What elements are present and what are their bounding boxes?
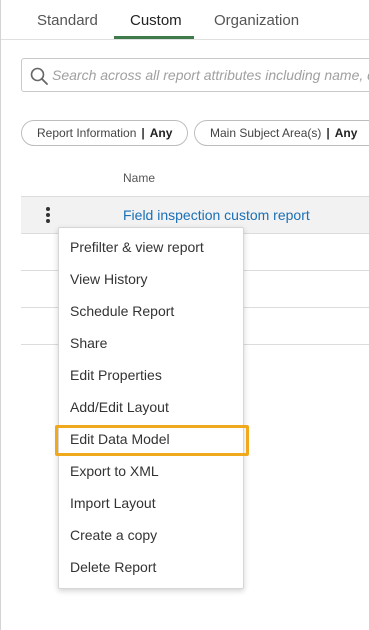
search-icon <box>30 67 48 85</box>
menu-item-delete-report[interactable]: Delete Report <box>59 553 243 585</box>
report-tabs: Standard Custom Organization <box>0 0 369 40</box>
tab-custom[interactable]: Custom <box>130 12 182 29</box>
menu-item-prefilter-view-report[interactable]: Prefilter & view report <box>59 233 243 265</box>
menu-item-add-edit-layout[interactable]: Add/Edit Layout <box>59 393 243 425</box>
report-name-link[interactable]: Field inspection custom report <box>123 207 310 223</box>
column-header-name[interactable]: Name <box>123 171 155 185</box>
menu-item-import-layout[interactable]: Import Layout <box>59 489 243 521</box>
menu-item-create-a-copy[interactable]: Create a copy <box>59 521 243 553</box>
row-actions-kebab-icon[interactable] <box>38 204 58 226</box>
panel-left-border <box>0 0 1 630</box>
filter-chip-label: Report Information <box>37 126 137 140</box>
search-box[interactable] <box>21 58 369 92</box>
menu-item-view-history[interactable]: View History <box>59 265 243 297</box>
row-context-menu: Prefilter & view report View History Sch… <box>58 227 244 589</box>
tab-standard[interactable]: Standard <box>37 12 98 29</box>
filter-separator: | <box>141 126 145 140</box>
filter-chip-report-information[interactable]: Report Information | Any <box>21 120 188 146</box>
menu-item-edit-data-model[interactable]: Edit Data Model <box>59 425 243 457</box>
filter-chip-label: Main Subject Area(s) <box>210 126 322 140</box>
filter-separator: | <box>326 126 330 140</box>
filter-chip-value: Any <box>149 126 173 140</box>
menu-item-schedule-report[interactable]: Schedule Report <box>59 297 243 329</box>
filter-chip-main-subject-area[interactable]: Main Subject Area(s) | Any <box>194 120 369 146</box>
menu-item-share[interactable]: Share <box>59 329 243 361</box>
search-input[interactable] <box>52 60 369 90</box>
menu-item-edit-properties[interactable]: Edit Properties <box>59 361 243 393</box>
tab-organization[interactable]: Organization <box>214 12 299 29</box>
menu-item-export-to-xml[interactable]: Export to XML <box>59 457 243 489</box>
tabs-divider <box>1 39 369 40</box>
filter-chip-value: Any <box>334 126 358 140</box>
